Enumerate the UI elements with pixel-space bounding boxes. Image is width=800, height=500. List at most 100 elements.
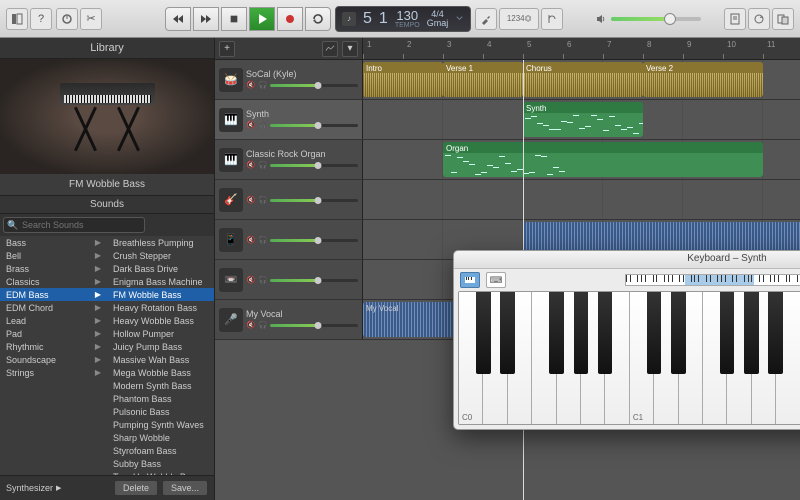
patch-row[interactable]: Sharp Wobble <box>107 431 214 444</box>
track-header[interactable]: 🎤 My Vocal 🔇🎧 <box>215 300 363 339</box>
track-header[interactable]: 🎹 Classic Rock Organ 🔇🎧 <box>215 140 363 179</box>
patch-row[interactable]: Massive Wah Bass <box>107 353 214 366</box>
region[interactable]: Verse 1 <box>443 62 523 97</box>
musical-typing-window[interactable]: Keyboard – Synth ⌨ C0C1C2 <box>453 250 800 430</box>
count-in-button[interactable] <box>541 8 563 30</box>
patch-row[interactable]: Mega Wobble Bass <box>107 366 214 379</box>
category-list[interactable]: Bass▶Bell▶Brass▶Classics▶EDM Bass▶EDM Ch… <box>0 236 107 475</box>
patch-row[interactable]: Enigma Bass Machine <box>107 275 214 288</box>
region[interactable]: Chorus <box>523 62 643 97</box>
solo-button[interactable]: 🎧 <box>258 160 268 170</box>
rewind-button[interactable] <box>165 7 191 31</box>
category-row[interactable]: Brass▶ <box>0 262 107 275</box>
piano-keyboard[interactable]: C0C1C2 <box>458 291 800 425</box>
media-button[interactable] <box>772 8 794 30</box>
category-row[interactable]: Bass▶ <box>0 236 107 249</box>
patch-row[interactable]: Subby Bass <box>107 457 214 470</box>
black-key[interactable] <box>549 292 564 374</box>
keyboard-range-selector[interactable] <box>625 274 800 286</box>
tuner-button[interactable]: 1234 ⏣ <box>499 8 539 30</box>
category-row[interactable]: Bell▶ <box>0 249 107 262</box>
save-button[interactable]: Save... <box>162 480 208 496</box>
patch-row[interactable]: Dark Bass Drive <box>107 262 214 275</box>
track-row[interactable]: 🎹 Classic Rock Organ 🔇🎧 Organ <box>215 140 800 180</box>
mute-button[interactable]: 🔇 <box>246 120 256 130</box>
track-volume-slider[interactable] <box>270 324 358 327</box>
black-key[interactable] <box>671 292 686 374</box>
track-lane[interactable]: IntroVerse 1ChorusVerse 2 <box>363 60 800 99</box>
display-mode-icon[interactable]: ♪ <box>342 12 356 26</box>
category-row[interactable]: Rhythmic▶ <box>0 340 107 353</box>
tool-button[interactable] <box>475 8 497 30</box>
mute-button[interactable]: 🔇 <box>246 80 256 90</box>
track-lane[interactable]: Synth <box>363 100 800 139</box>
editors-button[interactable]: ✂ <box>80 8 102 30</box>
track-row[interactable]: 🎹 Synth 🔇🎧 Synth <box>215 100 800 140</box>
track-header[interactable]: 🥁 SoCal (Kyle) 🔇🎧 <box>215 60 363 99</box>
solo-button[interactable]: 🎧 <box>258 120 268 130</box>
library-toggle-button[interactable] <box>6 8 28 30</box>
patch-list[interactable]: Breathless PumpingCrush StepperDark Bass… <box>107 236 214 475</box>
track-volume-slider[interactable] <box>270 239 358 242</box>
notepad-button[interactable] <box>724 8 746 30</box>
play-button[interactable] <box>249 7 275 31</box>
patch-row[interactable]: Modern Synth Bass <box>107 379 214 392</box>
patch-row[interactable]: Crush Stepper <box>107 249 214 262</box>
region[interactable]: Organ <box>443 142 763 177</box>
lcd-key[interactable]: Gmaj <box>427 19 449 28</box>
black-key[interactable] <box>720 292 735 374</box>
track-volume-slider[interactable] <box>270 124 358 127</box>
patch-row[interactable]: Breathless Pumping <box>107 236 214 249</box>
black-key[interactable] <box>598 292 613 374</box>
keyboard-window-title[interactable]: Keyboard – Synth <box>454 251 800 269</box>
track-header[interactable]: 📱 🔇🎧 <box>215 220 363 259</box>
stop-button[interactable] <box>221 7 247 31</box>
category-row[interactable]: EDM Chord▶ <box>0 301 107 314</box>
cycle-button[interactable] <box>305 7 331 31</box>
solo-button[interactable]: 🎧 <box>258 275 268 285</box>
region[interactable]: Verse 2 <box>643 62 763 97</box>
search-input[interactable] <box>3 217 145 233</box>
black-key[interactable] <box>476 292 491 374</box>
category-row[interactable]: Classics▶ <box>0 275 107 288</box>
patch-row[interactable]: Heavy Wobble Bass <box>107 314 214 327</box>
track-lane[interactable] <box>363 180 800 219</box>
patch-row[interactable]: Pulsonic Bass <box>107 405 214 418</box>
solo-button[interactable]: 🎧 <box>258 320 268 330</box>
track-volume-slider[interactable] <box>270 199 358 202</box>
smart-controls-button[interactable] <box>56 8 78 30</box>
patch-row[interactable]: Pumping Synth Waves <box>107 418 214 431</box>
patch-row[interactable]: FM Wobble Bass <box>107 288 214 301</box>
track-lane[interactable]: Organ <box>363 140 800 179</box>
lcd-display[interactable]: ♪ 5 1 130TEMPO 4/4Gmaj <box>335 6 471 32</box>
track-volume-slider[interactable] <box>270 84 358 87</box>
patch-row[interactable]: Phantom Bass <box>107 392 214 405</box>
automation-button[interactable] <box>322 41 338 57</box>
track-header[interactable]: 🎹 Synth 🔇🎧 <box>215 100 363 139</box>
mute-button[interactable]: 🔇 <box>246 235 256 245</box>
delete-button[interactable]: Delete <box>114 480 158 496</box>
track-header[interactable]: 📼 🔇🎧 <box>215 260 363 299</box>
black-key[interactable] <box>574 292 589 374</box>
patch-row[interactable]: Styrofoam Bass <box>107 444 214 457</box>
category-row[interactable]: Soundscape▶ <box>0 353 107 366</box>
catch-playhead-button[interactable]: ▾ <box>342 41 358 57</box>
region[interactable]: Synth <box>523 102 643 137</box>
forward-button[interactable] <box>193 7 219 31</box>
mute-button[interactable]: 🔇 <box>246 275 256 285</box>
loops-button[interactable] <box>748 8 770 30</box>
black-key[interactable] <box>500 292 515 374</box>
chevron-down-icon[interactable] <box>455 14 464 23</box>
patch-row[interactable]: Hollow Pumper <box>107 327 214 340</box>
patch-row[interactable]: Heavy Rotation Bass <box>107 301 214 314</box>
record-button[interactable] <box>277 7 303 31</box>
typing-view-button[interactable]: ⌨ <box>486 272 506 288</box>
black-key[interactable] <box>768 292 783 374</box>
patch-row[interactable]: Juicy Pump Bass <box>107 340 214 353</box>
add-track-button[interactable]: + <box>219 41 235 57</box>
black-key[interactable] <box>744 292 759 374</box>
solo-button[interactable]: 🎧 <box>258 80 268 90</box>
track-header[interactable]: 🎸 🔇🎧 <box>215 180 363 219</box>
mute-button[interactable]: 🔇 <box>246 320 256 330</box>
category-row[interactable]: Pad▶ <box>0 327 107 340</box>
